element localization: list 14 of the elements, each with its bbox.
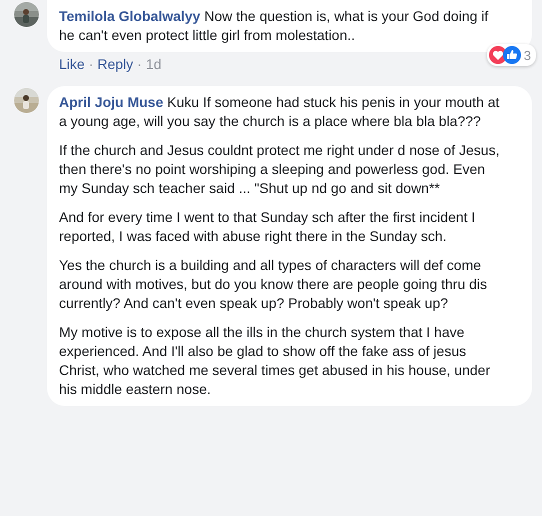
separator-dot: · (88, 55, 94, 74)
reaction-count: 3 (522, 46, 532, 64)
thumbs-up-icon (502, 46, 521, 64)
author-link[interactable]: Temilola Globalwalyy (59, 8, 200, 24)
separator-dot: · (137, 55, 142, 74)
comment-text: My motive is to expose all the ills in the church system that I have experienced. And I'll also be glad to show off the fake ass of jesus Christ, who watched me several times get abused in his house, under his middle eastern nose. (59, 323, 492, 399)
author-link[interactable]: April Joju Muse (59, 94, 164, 110)
comment-text: Temilola Globalwalyy Now the question is, what is your God doing if he can't even protect little girl from molestation.. (59, 7, 490, 45)
action-link[interactable]: Like (59, 55, 85, 74)
comment-text: April Joju Muse Kuku If someone had stuck his penis in your mouth at a young age, will you say the church is a place where bla bla bla??? (59, 93, 500, 131)
comment-text: Yes the church is a building and all types of characters will def come around with motives, but do you know there are people going thru dis currently? And can't even speak up? Probably won't speak up? (59, 256, 488, 313)
action-link[interactable]: Reply (97, 55, 134, 74)
comment-text: And for every time I went to that Sunday sch after the first incident I reported, I was faced with abuse right there in the Sunday sch. (59, 208, 476, 246)
comment-text: If the church and Jesus couldnt protect me right under d nose of Jesus, then there's no point worshiping a sleeping and powerless god. Even my Sunday sch teacher said ... "Shut up nd go and sit down** (59, 141, 500, 198)
